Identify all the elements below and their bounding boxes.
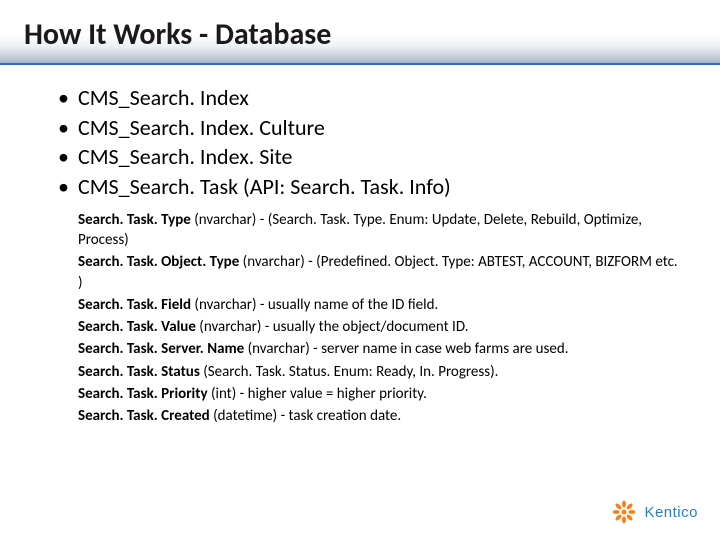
detail-line: Search. Task. Type (nvarchar) - (Search.… <box>78 210 680 251</box>
detail-line: Search. Task. Priority (int) - higher va… <box>78 384 680 404</box>
detail-line: Search. Task. Server. Name (nvarchar) - … <box>78 339 680 359</box>
detail-line: Search. Task. Value (nvarchar) - usually… <box>78 317 680 337</box>
list-item: CMS_Search. Task (API: Search. Task. Inf… <box>58 172 680 202</box>
brand-logo: Kentico <box>610 498 698 526</box>
bullet-list: CMS_Search. Index CMS_Search. Index. Cul… <box>40 83 680 202</box>
details-block: Search. Task. Type (nvarchar) - (Search.… <box>78 210 680 427</box>
slide: How It Works - Database CMS_Search. Inde… <box>0 0 720 540</box>
detail-line: Search. Task. Status (Search. Task. Stat… <box>78 362 680 382</box>
title-band: How It Works - Database <box>0 0 720 65</box>
list-item: CMS_Search. Index. Culture <box>58 113 680 143</box>
brand-name: Kentico <box>644 504 698 521</box>
detail-line: Search. Task. Field (nvarchar) - usually… <box>78 295 680 315</box>
list-item: CMS_Search. Index <box>58 83 680 113</box>
detail-line: Search. Task. Object. Type (nvarchar) - … <box>78 252 680 293</box>
list-item: CMS_Search. Index. Site <box>58 142 680 172</box>
slide-content: CMS_Search. Index CMS_Search. Index. Cul… <box>0 65 720 426</box>
detail-line: Search. Task. Created (datetime) - task … <box>78 406 680 426</box>
slide-title: How It Works - Database <box>24 16 720 53</box>
kentico-mark-icon <box>610 498 638 526</box>
